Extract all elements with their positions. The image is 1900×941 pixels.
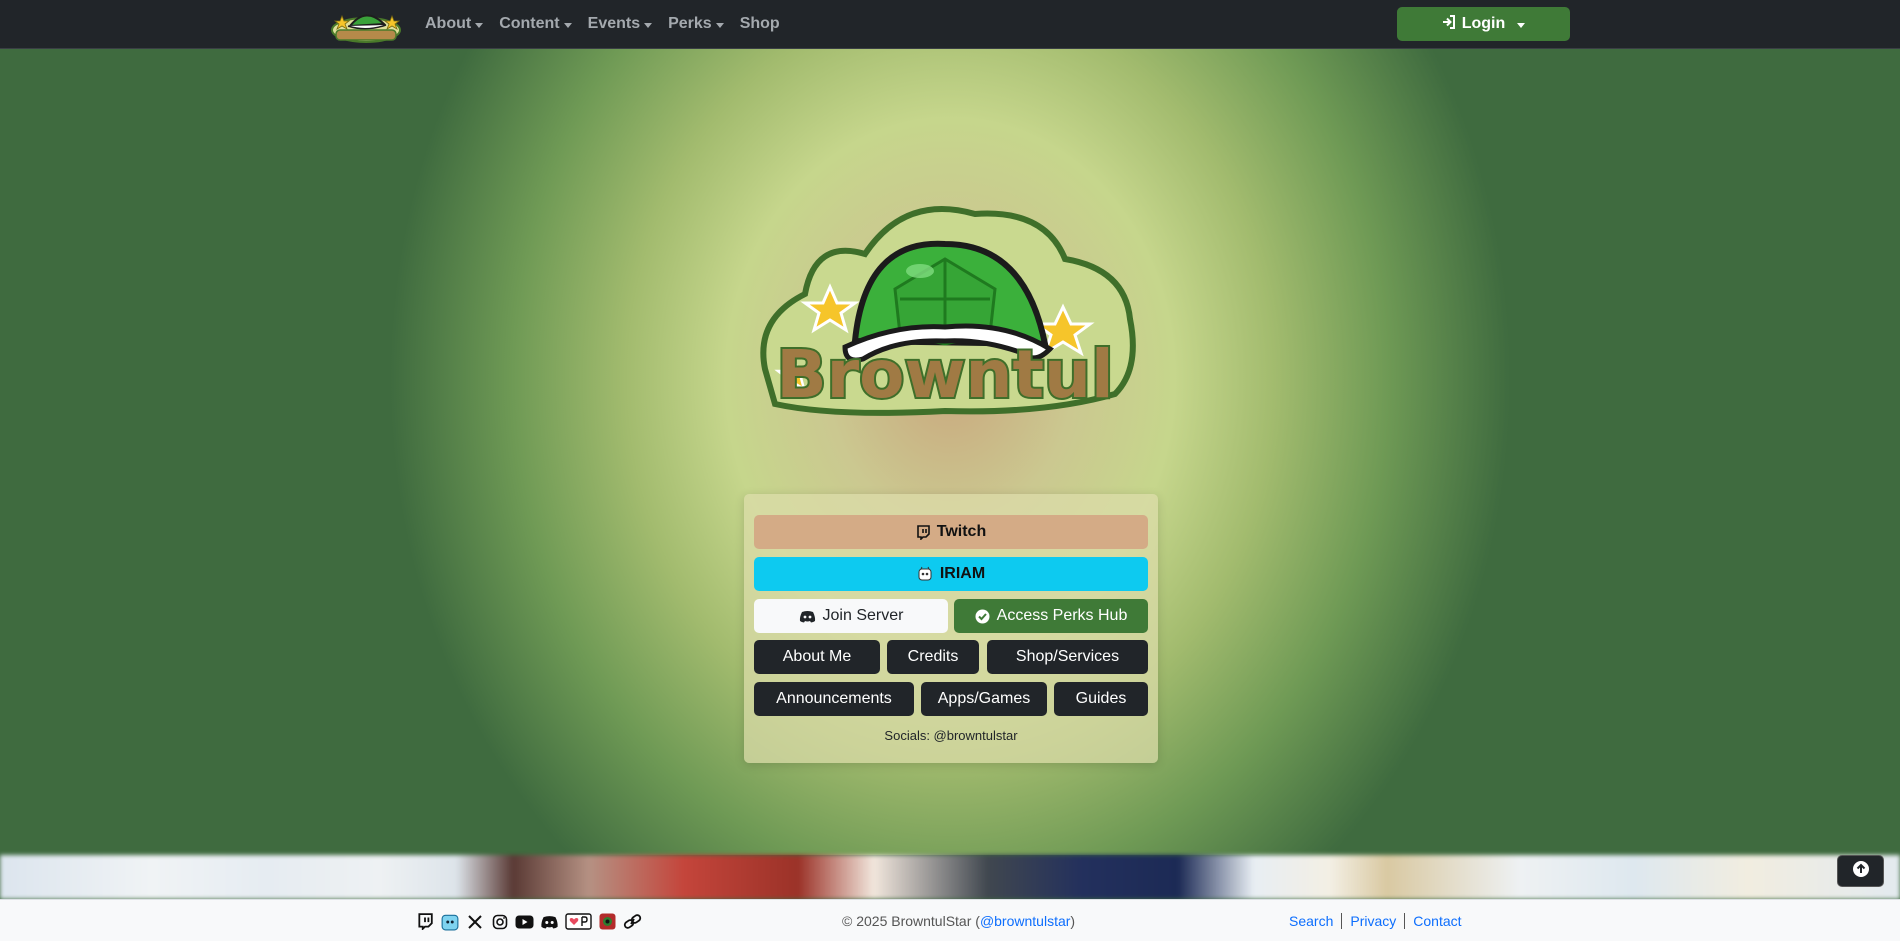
access-perks-label: Access Perks Hub (996, 607, 1128, 624)
x-icon[interactable] (465, 912, 484, 931)
footer-separator (1404, 913, 1406, 929)
link-icon[interactable] (623, 912, 642, 931)
caret-down-icon (475, 22, 484, 28)
copyright-text: © 2025 BrowntulStar (@browntulstar) (842, 913, 1075, 929)
nav-perks[interactable]: Perks (668, 15, 724, 33)
footer-privacy-link[interactable]: Privacy (1350, 913, 1396, 929)
nav-events[interactable]: Events (587, 15, 653, 33)
logo-wordmark: Browntul (776, 336, 1113, 413)
twitch-label: Twitch (936, 523, 987, 540)
discord-icon (799, 610, 816, 623)
twitch-icon (916, 524, 930, 540)
socials-text: Socials: @browntulstar (884, 728, 1018, 743)
scroll-to-top-button[interactable] (1837, 855, 1884, 887)
apps-games-label: Apps/Games (937, 690, 1031, 707)
copyright-prefix: © 2025 BrowntulStar ( (842, 913, 980, 929)
copyright-suffix: ) (1070, 913, 1076, 929)
check-circle-icon (975, 609, 990, 624)
footer-separator (1341, 913, 1343, 929)
twitch-button[interactable]: Twitch (754, 515, 1148, 549)
nav-about[interactable]: About (425, 15, 484, 33)
instagram-icon[interactable] (490, 912, 509, 931)
nav-perks-label: Perks (668, 15, 712, 32)
nav-content-label: Content (499, 15, 560, 32)
announcements-button[interactable]: Announcements (754, 682, 914, 716)
footer-search-link[interactable]: Search (1289, 913, 1333, 929)
iriam-icon[interactable] (440, 912, 459, 931)
login-button[interactable]: Login (1397, 7, 1570, 41)
access-perks-hub-button[interactable]: Access Perks Hub (954, 599, 1148, 633)
caret-down-icon (1517, 22, 1526, 28)
guides-label: Guides (1075, 690, 1127, 707)
about-me-button[interactable]: About Me (754, 640, 880, 674)
shop-services-button[interactable]: Shop/Services (987, 640, 1148, 674)
guides-button[interactable]: Guides (1054, 682, 1148, 716)
caret-down-icon (644, 22, 653, 28)
nav-shop[interactable]: Shop (740, 15, 780, 33)
about-me-label: About Me (782, 648, 852, 665)
shop-services-label: Shop/Services (1015, 648, 1120, 665)
credits-button[interactable]: Credits (887, 640, 979, 674)
app-icon[interactable] (598, 912, 617, 931)
nav-about-label: About (425, 15, 472, 32)
login-label: Login (1461, 15, 1506, 32)
credits-label: Credits (907, 648, 959, 665)
footer-links: Search Privacy Contact (1289, 913, 1462, 929)
caret-down-icon (563, 22, 572, 28)
site-logo[interactable] (330, 4, 402, 44)
footer-contact-link[interactable]: Contact (1413, 913, 1461, 929)
twitch-icon[interactable] (415, 912, 434, 931)
copyright-handle-link[interactable]: @browntulstar (980, 913, 1070, 929)
discord-icon[interactable] (540, 912, 559, 931)
arrow-up-circle-icon (1852, 860, 1870, 883)
links-card: Twitch IRIAM Join Server Access Perks Hu… (744, 494, 1158, 763)
nav-content[interactable]: Content (499, 15, 572, 33)
footer: © 2025 BrowntulStar (@browntulstar) Sear… (0, 899, 1900, 941)
caret-down-icon (715, 22, 724, 28)
youtube-icon[interactable] (515, 912, 534, 931)
background-image-strip (0, 855, 1900, 899)
apps-games-button[interactable]: Apps/Games (921, 682, 1047, 716)
main-menu: About Content Events Perks Shop (425, 0, 780, 48)
join-server-label: Join Server (822, 607, 904, 624)
nav-shop-label: Shop (739, 15, 780, 32)
hero-section: Browntul Twitch IRIAM Join Server Access… (0, 49, 1900, 855)
footer-social-icons (415, 912, 642, 931)
join-server-button[interactable]: Join Server (754, 599, 948, 633)
iriam-button[interactable]: IRIAM (754, 557, 1148, 591)
iriam-label: IRIAM (939, 565, 986, 582)
iriam-icon (917, 566, 933, 582)
sign-in-icon (1442, 14, 1456, 34)
kofi-icon[interactable] (565, 912, 592, 931)
announcements-label: Announcements (776, 690, 892, 707)
browntul-logo: Browntul (745, 199, 1145, 424)
top-navbar: About Content Events Perks Shop Login (0, 0, 1900, 49)
nav-events-label: Events (587, 15, 641, 32)
